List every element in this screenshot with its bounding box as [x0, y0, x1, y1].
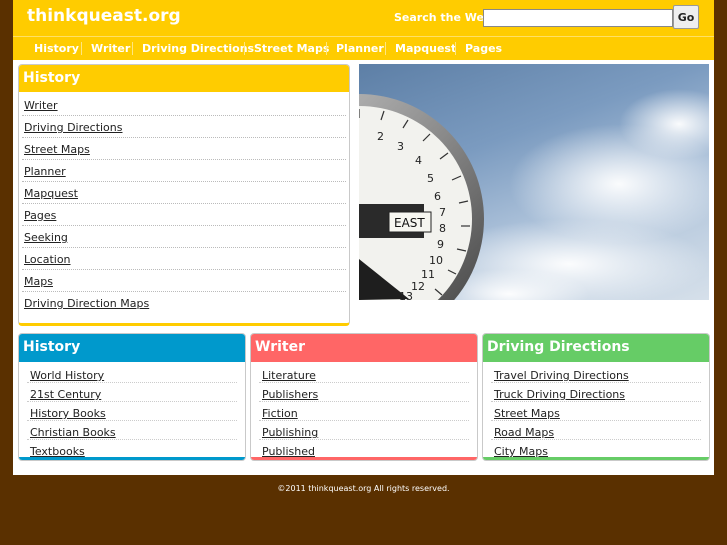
list-item: Maps	[22, 270, 346, 292]
main-link-writer[interactable]: Writer	[24, 99, 58, 112]
list-item: Pages	[22, 204, 346, 226]
card-link-fiction[interactable]: Fiction	[262, 407, 298, 420]
history-main-link-list: Writer Driving Directions Street Maps Pl…	[19, 94, 349, 314]
main-link-driving-direction-maps[interactable]: Driving Direction Maps	[24, 297, 149, 310]
card-bottom-bar	[19, 457, 245, 460]
card-link-literature[interactable]: Literature	[262, 369, 316, 382]
dial-number: 3	[397, 140, 404, 153]
card-link-truck-driving-directions[interactable]: Truck Driving Directions	[494, 388, 625, 401]
nav-item-driving-directions[interactable]: Driving Directions	[142, 42, 254, 55]
list-item: Truck Driving Directions	[491, 383, 701, 402]
list-item: Seeking	[22, 226, 346, 248]
list-item: Writer	[22, 94, 346, 116]
card-link-21st-century[interactable]: 21st Century	[30, 388, 101, 401]
nav-separator	[81, 42, 82, 55]
card-link-christian-books[interactable]: Christian Books	[30, 426, 116, 439]
card-link-world-history[interactable]: World History	[30, 369, 104, 382]
list-item: Christian Books	[27, 421, 237, 440]
nav-item-history[interactable]: History	[34, 42, 79, 55]
page-container: thinkqueast.org Search the Web: Go Histo…	[13, 0, 714, 475]
dial-number: 9	[437, 238, 444, 251]
list-item: Travel Driving Directions	[491, 364, 701, 383]
dial-number: 8	[439, 222, 446, 235]
dial-number: 7	[439, 206, 446, 219]
dial-number: 10	[429, 254, 443, 267]
history-card: History World History 21st Century Histo…	[18, 333, 246, 461]
main-link-mapquest[interactable]: Mapquest	[24, 187, 78, 200]
dial-number: 2	[377, 130, 384, 143]
footer-copyright: ©2011 thinkqueast.org All rights reserve…	[277, 484, 450, 493]
card-link-publishers[interactable]: Publishers	[262, 388, 318, 401]
card-bottom-bar	[251, 457, 477, 460]
main-link-planner[interactable]: Planner	[24, 165, 66, 178]
list-item: History Books	[27, 402, 237, 421]
list-item: Literature	[259, 364, 469, 383]
top-nav: History Writer Driving Directions Street…	[13, 36, 714, 60]
list-item: Driving Direction Maps	[22, 292, 346, 314]
card-link-road-maps[interactable]: Road Maps	[494, 426, 554, 439]
writer-card-link-list: Literature Publishers Fiction Publishing…	[251, 364, 477, 459]
main-link-pages[interactable]: Pages	[24, 209, 56, 222]
go-button[interactable]: Go	[673, 5, 699, 29]
nav-separator	[244, 42, 245, 55]
driving-directions-card-link-list: Travel Driving Directions Truck Driving …	[483, 364, 709, 459]
driving-directions-card: Driving Directions Travel Driving Direct…	[482, 333, 710, 461]
list-item: Road Maps	[491, 421, 701, 440]
nav-item-mapquest[interactable]: Mapquest	[395, 42, 456, 55]
nav-item-pages[interactable]: Pages	[465, 42, 502, 55]
list-item: World History	[27, 364, 237, 383]
history-card-title: History	[19, 334, 245, 362]
card-link-history-books[interactable]: History Books	[30, 407, 106, 420]
card-link-travel-driving-directions[interactable]: Travel Driving Directions	[494, 369, 629, 382]
site-header: thinkqueast.org Search the Web: Go	[13, 0, 714, 36]
search-label: Search the Web:	[394, 11, 497, 24]
nav-item-planner[interactable]: Planner	[336, 42, 384, 55]
dial-number: 12	[411, 280, 425, 293]
nav-separator	[326, 42, 327, 55]
main-link-seeking[interactable]: Seeking	[24, 231, 68, 244]
list-item: Planner	[22, 160, 346, 182]
history-card-link-list: World History 21st Century History Books…	[19, 364, 245, 459]
hero-compass-image: 2 3 4 5 6 7 8 9 10 11 12 13 EAST	[359, 64, 709, 300]
compass-illustration: 2 3 4 5 6 7 8 9 10 11 12 13 EAST	[359, 89, 709, 300]
main-link-street-maps[interactable]: Street Maps	[24, 143, 90, 156]
list-item: Mapquest	[22, 182, 346, 204]
list-item: Location	[22, 248, 346, 270]
list-item: Publishers	[259, 383, 469, 402]
dial-number: 5	[427, 172, 434, 185]
list-item: Driving Directions	[22, 116, 346, 138]
dial-number: 4	[415, 154, 422, 167]
writer-card: Writer Literature Publishers Fiction Pub…	[250, 333, 478, 461]
site-title[interactable]: thinkqueast.org	[27, 6, 181, 26]
dial-number: 6	[434, 190, 441, 203]
main-link-driving-directions[interactable]: Driving Directions	[24, 121, 123, 134]
card-link-street-maps[interactable]: Street Maps	[494, 407, 560, 420]
compass-east-label: EAST	[394, 216, 425, 230]
list-item: Street Maps	[22, 138, 346, 160]
nav-item-street-maps[interactable]: Street Maps	[254, 42, 329, 55]
list-item: 21st Century	[27, 383, 237, 402]
card-bottom-bar	[483, 457, 709, 460]
driving-directions-card-title: Driving Directions	[483, 334, 709, 362]
nav-separator	[455, 42, 456, 55]
history-main-box: History Writer Driving Directions Street…	[18, 64, 350, 326]
list-item: Street Maps	[491, 402, 701, 421]
main-link-maps[interactable]: Maps	[24, 275, 53, 288]
search-input[interactable]	[483, 9, 673, 27]
nav-item-writer[interactable]: Writer	[91, 42, 130, 55]
compass-body: 2 3 4 5 6 7 8 9 10 11 12 13 EAST	[359, 94, 484, 300]
list-item: Publishing	[259, 421, 469, 440]
card-link-publishing[interactable]: Publishing	[262, 426, 318, 439]
history-main-box-title: History	[19, 65, 349, 92]
writer-card-title: Writer	[251, 334, 477, 362]
main-link-location[interactable]: Location	[24, 253, 71, 266]
nav-separator	[132, 42, 133, 55]
nav-separator	[385, 42, 386, 55]
list-item: Fiction	[259, 402, 469, 421]
